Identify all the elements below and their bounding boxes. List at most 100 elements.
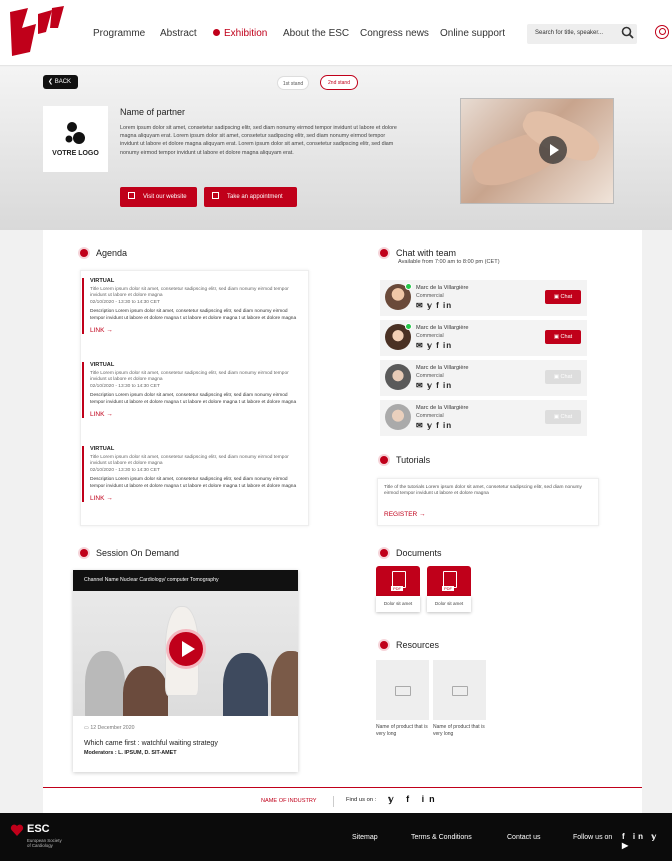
session-date-label: 12 December 2020 xyxy=(90,725,135,731)
nav-about[interactable]: About the ESC xyxy=(283,28,349,39)
agenda-item-title: Title Lorem ipsum dolor sit amet, conset… xyxy=(90,455,289,467)
active-dot xyxy=(213,29,220,36)
agenda-link[interactable]: LINK → xyxy=(90,327,297,334)
session-thumbnail[interactable] xyxy=(73,591,298,716)
social-icons[interactable]: 𝕪 f in xyxy=(388,794,440,805)
tutorials-title: Tutorials xyxy=(380,455,430,465)
appointment-label: Take an appointment xyxy=(227,194,283,200)
member-name: Marc de la Villargière xyxy=(416,285,469,291)
visit-website-button[interactable]: Visit our website xyxy=(120,187,197,207)
agenda-link[interactable]: LINK → xyxy=(90,495,297,502)
resource-label: Name of product that is very long xyxy=(433,724,485,737)
channel-name: Channel Name Nuclear Cardiology/ compute… xyxy=(73,570,298,591)
chat-button-disabled: ▣ Chat xyxy=(545,410,581,424)
calendar-icon xyxy=(212,192,219,199)
user-icon[interactable] xyxy=(655,25,669,39)
nav-online-support[interactable]: Online support xyxy=(440,28,505,39)
chat-button-label: Chat xyxy=(560,374,573,380)
tutorial-text: Title of the tutorials Lorem ipsum dolor… xyxy=(384,485,582,497)
terms-link[interactable]: Terms & Conditions xyxy=(411,834,472,841)
follow-us-label: Follow us on xyxy=(573,834,613,841)
session-video-title: Which came first : watchful waiting stra… xyxy=(84,740,218,747)
esc-subtitle: European Society of Cardiology xyxy=(27,838,62,849)
contact-icons[interactable]: ✉ 𝕪 f in xyxy=(416,301,452,310)
contact-icons[interactable]: ✉ 𝕪 f in xyxy=(416,421,452,430)
site-footer xyxy=(0,813,672,861)
section-dot xyxy=(380,549,388,557)
play-icon[interactable] xyxy=(539,136,567,164)
agenda-date: 02/10/2020 - 13:30 to 14:30 CET xyxy=(90,468,160,474)
resource-image[interactable] xyxy=(433,660,486,720)
industry-footer xyxy=(43,787,642,813)
chat-button[interactable]: ▣ Chat xyxy=(545,330,581,344)
document-card[interactable]: Dolor sit amet xyxy=(427,566,471,612)
online-indicator xyxy=(405,283,412,290)
partner-logo: VOTRE LOGO xyxy=(43,106,108,172)
member-role: Commercial xyxy=(416,413,444,419)
chat-title-label: Chat with team xyxy=(396,248,457,258)
agenda-item-title: Title Lorem ipsum dolor sit amet, conset… xyxy=(90,287,289,299)
chat-button-label: Chat xyxy=(560,294,573,300)
online-indicator xyxy=(405,323,412,330)
site-logo[interactable] xyxy=(8,6,68,58)
contact-icons[interactable]: ✉ 𝕪 f in xyxy=(416,341,452,350)
audience-shape xyxy=(223,653,268,716)
pdf-icon xyxy=(427,566,471,596)
documents-title-label: Documents xyxy=(396,548,442,558)
agenda-date: 02/10/2020 - 13:30 to 14:30 CET xyxy=(90,384,160,390)
nav-programme[interactable]: Programme xyxy=(93,28,145,39)
first-stand-tab[interactable]: 1st stand xyxy=(277,76,309,90)
session-moderators: Moderators : L. IPSUM, D. SIT-AMET xyxy=(84,750,177,756)
section-dot xyxy=(380,641,388,649)
back-button[interactable]: ❮ BACK xyxy=(43,75,78,89)
audience-shape xyxy=(85,651,125,716)
audience-shape xyxy=(271,651,298,716)
member-role: Commercial xyxy=(416,293,444,299)
resource-image[interactable] xyxy=(376,660,429,720)
esc-logo-text[interactable]: ESC xyxy=(27,823,50,835)
chat-member-row: Marc de la Villargière Commercial ✉ 𝕪 f … xyxy=(380,360,587,396)
chat-member-row: Marc de la Villargière Commercial ✉ 𝕪 f … xyxy=(380,280,587,316)
play-icon[interactable] xyxy=(166,629,206,669)
take-appointment-button[interactable]: Take an appointment xyxy=(204,187,297,207)
nav-abstract[interactable]: Abstract xyxy=(160,28,197,39)
register-link[interactable]: REGISTER → xyxy=(384,511,426,518)
partner-video[interactable] xyxy=(460,98,614,204)
partner-logo-text: VOTRE LOGO xyxy=(52,150,99,157)
avatar xyxy=(385,364,411,390)
document-label: Dolor sit amet xyxy=(427,596,471,612)
chat-button[interactable]: ▣ Chat xyxy=(545,290,581,304)
member-name: Marc de la Villargière xyxy=(416,325,469,331)
chat-member-row: Marc de la Villargière Commercial ✉ 𝕪 f … xyxy=(380,400,587,436)
partner-name: Name of partner xyxy=(120,107,186,117)
search-icon[interactable] xyxy=(621,26,635,40)
contact-link[interactable]: Contact us xyxy=(507,834,540,841)
session-title: Session On Demand xyxy=(80,548,179,558)
footer-social-icons[interactable]: f in 𝕪 ▶ xyxy=(622,832,672,850)
agenda-description: Description Lorem ipsum dolor sit amet, … xyxy=(90,393,297,405)
member-role: Commercial xyxy=(416,373,444,379)
second-stand-tab[interactable]: 2nd stand xyxy=(320,75,358,90)
agenda-kind: VIRTUAL xyxy=(90,446,115,452)
external-link-icon xyxy=(128,192,135,199)
documents-title: Documents xyxy=(380,548,442,558)
esc-subtitle-line: of Cardiology xyxy=(27,843,53,849)
session-title-label: Session On Demand xyxy=(96,548,180,558)
document-card[interactable]: Dolor sit amet xyxy=(376,566,420,612)
document-label: Dolor sit amet xyxy=(376,596,420,612)
agenda-description: Description Lorem ipsum dolor sit amet, … xyxy=(90,309,297,321)
nav-congress-news[interactable]: Congress news xyxy=(360,28,429,39)
resources-title-label: Resources xyxy=(396,640,440,650)
session-date: ▭ 12 December 2020 xyxy=(84,725,134,731)
contact-icons[interactable]: ✉ 𝕪 f in xyxy=(416,381,452,390)
session-card[interactable]: Channel Name Nuclear Cardiology/ compute… xyxy=(73,570,298,772)
agenda-link[interactable]: LINK → xyxy=(90,411,297,418)
avatar xyxy=(385,404,411,430)
chat-availability: Available from 7:00 am to 8:00 pm (CET) xyxy=(398,259,500,265)
agenda-title-label: Agenda xyxy=(96,248,128,258)
chat-title: Chat with team xyxy=(380,248,456,258)
chat-member-row: Marc de la Villargière Commercial ✉ 𝕪 f … xyxy=(380,320,587,356)
nav-exhibition[interactable]: Exhibition xyxy=(213,28,267,39)
visit-website-label: Visit our website xyxy=(143,194,187,200)
sitemap-link[interactable]: Sitemap xyxy=(352,834,378,841)
